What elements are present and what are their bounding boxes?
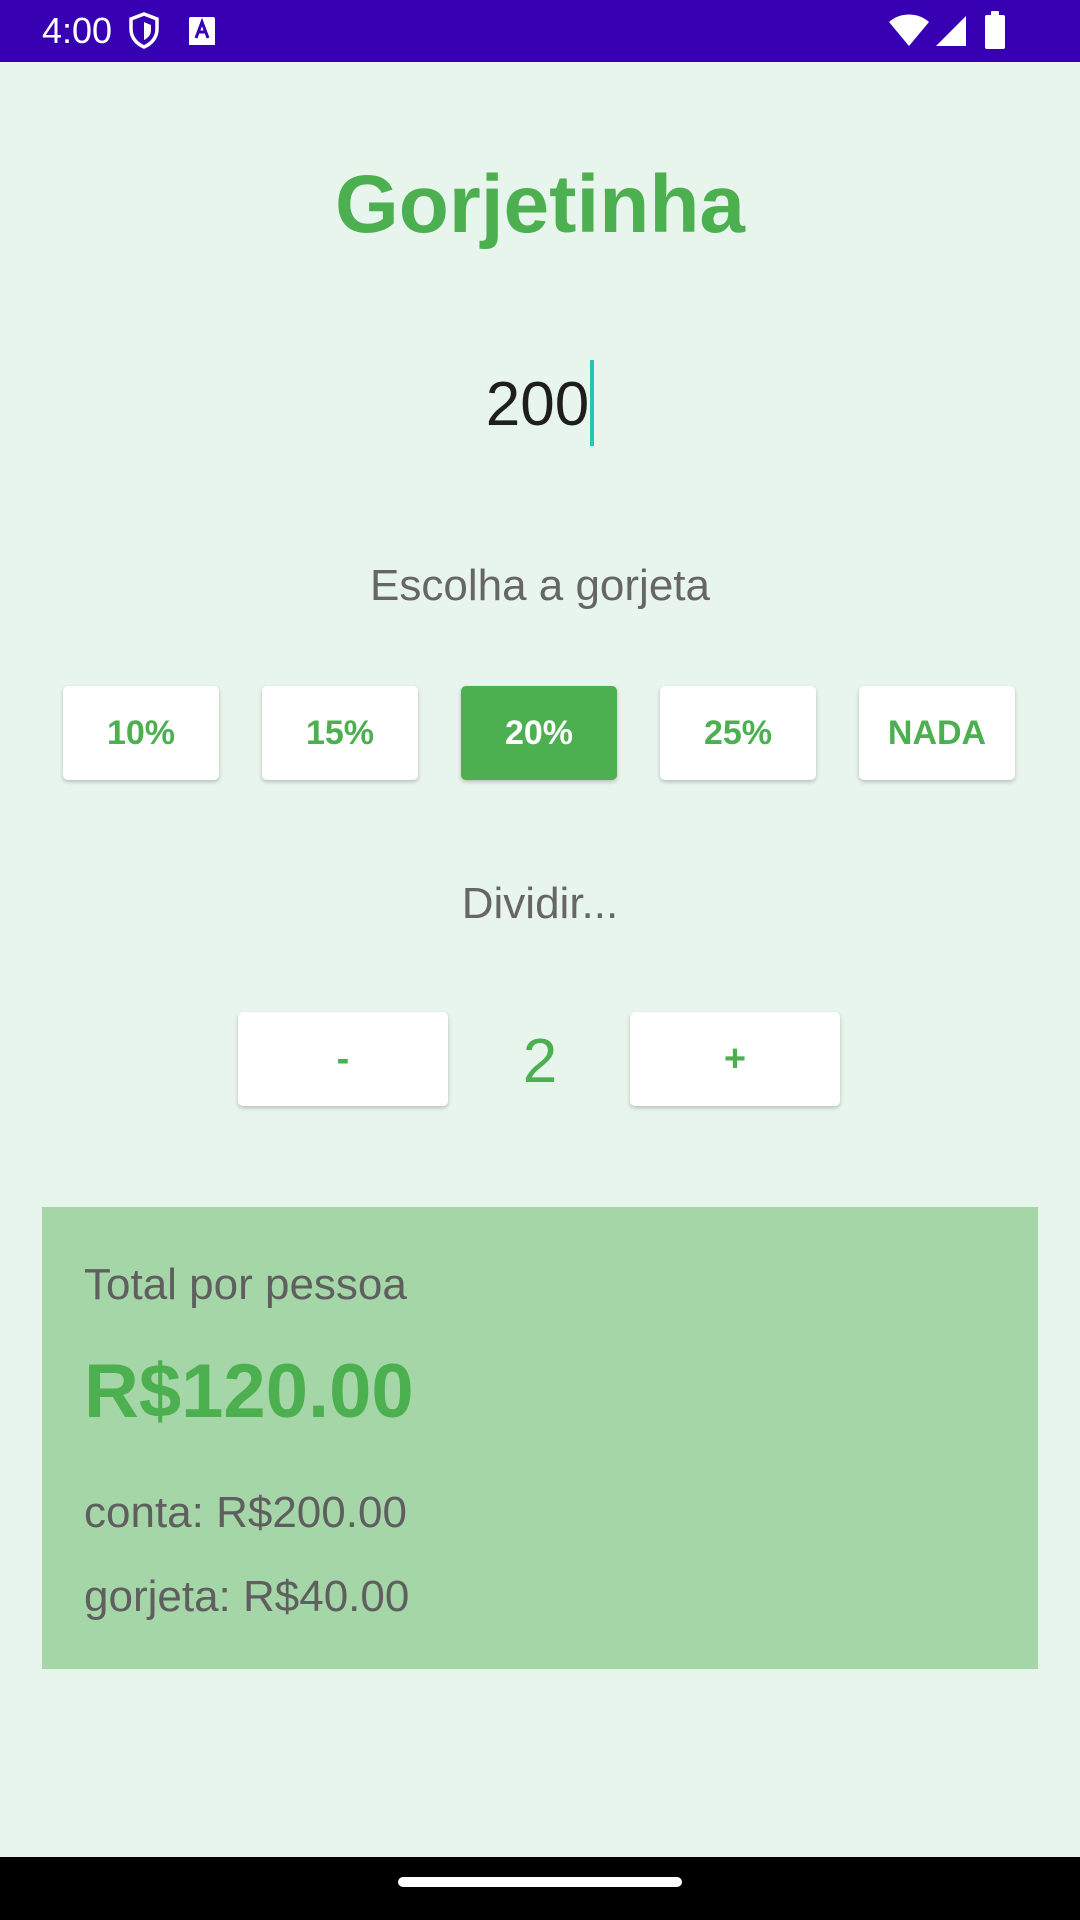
tip-label: Escolha a gorjeta [370, 561, 710, 610]
people-count: 2 [522, 1027, 558, 1096]
split-label: Dividir... [461, 879, 619, 928]
home-indicator[interactable] [398, 1877, 682, 1887]
tip-button-20[interactable]: 20% [461, 686, 617, 780]
bill-amount-value[interactable]: 200 [486, 360, 589, 450]
app-title: Gorjetinha [334, 159, 746, 250]
text-caret [590, 360, 595, 446]
total-per-person-value: R$120.00 [84, 1349, 414, 1434]
wifi-icon [888, 14, 930, 53]
result-card: Total por pessoa R$120.00 conta: R$200.0… [42, 1207, 1038, 1669]
bill-amount-field[interactable]: 200 [340, 360, 740, 450]
total-per-person-label: Total por pessoa [84, 1260, 407, 1309]
tip-button-15[interactable]: 15% [262, 686, 418, 780]
shield-icon [128, 12, 160, 55]
status-time: 4:00 [42, 10, 113, 51]
battery-icon [984, 11, 1006, 54]
decrease-people-button[interactable]: - [238, 1012, 448, 1106]
tip-summary: gorjeta: R$40.00 [84, 1572, 410, 1621]
tip-button-10[interactable]: 10% [63, 686, 219, 780]
status-bar: 4:00 [0, 0, 1080, 62]
navigation-bar [0, 1857, 1080, 1920]
bill-summary: conta: R$200.00 [84, 1488, 407, 1537]
increase-people-button[interactable]: + [630, 1012, 840, 1106]
signal-icon [934, 14, 968, 53]
tip-button-none[interactable]: NADA [859, 686, 1015, 780]
tip-button-25[interactable]: 25% [660, 686, 816, 780]
text-a-icon [188, 16, 216, 51]
